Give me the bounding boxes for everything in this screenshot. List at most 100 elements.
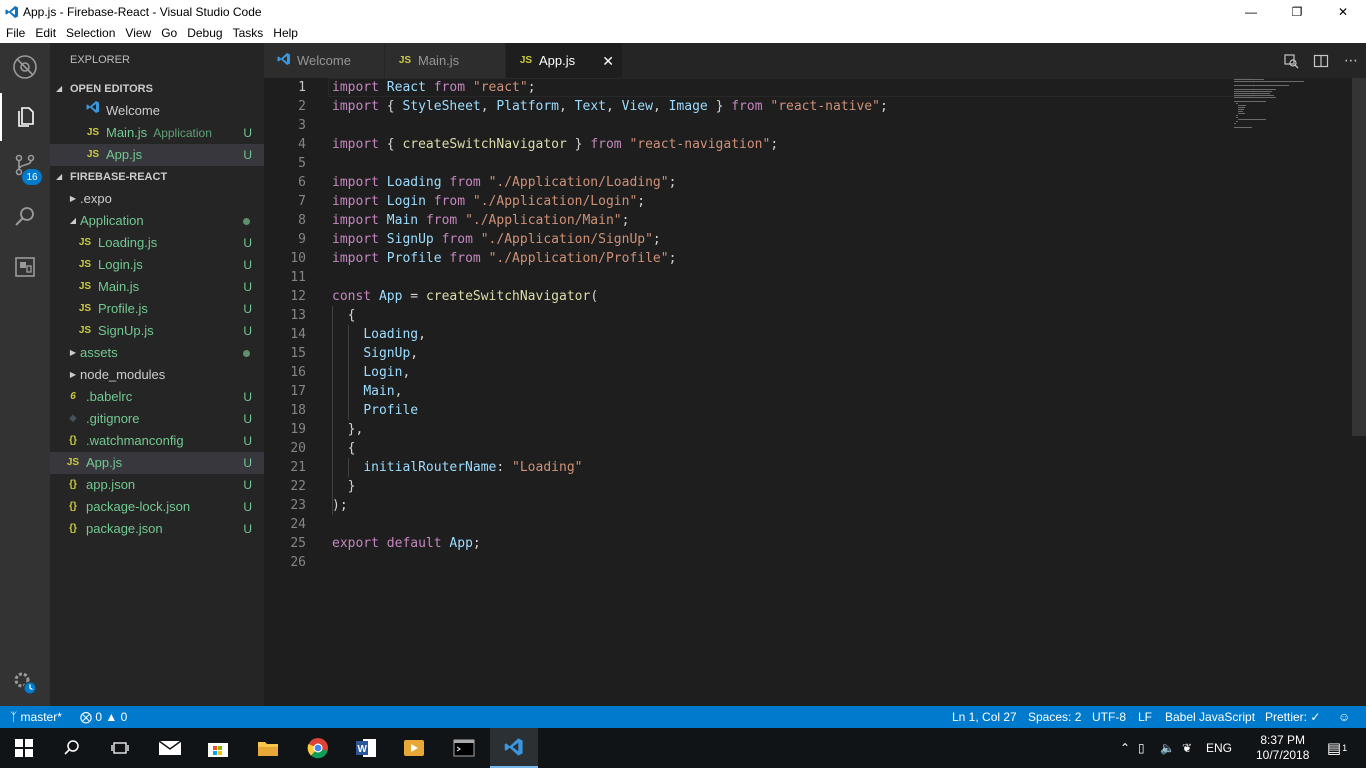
split-editor-icon[interactable]	[1306, 43, 1336, 78]
problems-indicator[interactable]: ⨂ 0 ▲ 0	[80, 706, 127, 728]
battery-icon[interactable]: ▯	[1138, 741, 1160, 755]
open-changes-icon[interactable]	[1276, 43, 1306, 78]
tree-item-app-json[interactable]: {} app.json U	[50, 474, 264, 496]
encoding[interactable]: UTF-8	[1092, 706, 1126, 728]
menu-edit[interactable]: Edit	[29, 26, 60, 40]
menu-go[interactable]: Go	[155, 26, 181, 40]
open-editor-main-js[interactable]: JS Main.js Application U	[50, 122, 264, 144]
menu-debug[interactable]: Debug	[181, 26, 226, 40]
action-center-icon[interactable]: ▤ 1	[1322, 728, 1352, 768]
windows-start-icon[interactable]	[0, 728, 48, 768]
open-editor-welcome[interactable]: Welcome	[50, 100, 264, 122]
code-editor[interactable]: 1 import React from "react"; 2 import { Sty…	[264, 78, 1366, 706]
extensions-icon[interactable]	[0, 243, 50, 291]
menu-tasks[interactable]: Tasks	[227, 26, 268, 40]
indentation[interactable]: Spaces: 2	[1028, 706, 1081, 728]
language-mode[interactable]: Babel JavaScript	[1165, 706, 1255, 728]
clock[interactable]: 8:37 PM 10/7/2018	[1256, 728, 1309, 768]
more-actions-icon[interactable]: ⋯	[1336, 43, 1366, 78]
babel-file-icon: 6	[70, 391, 76, 402]
editor-scrollbar[interactable]	[1352, 78, 1366, 436]
git-status: U	[243, 280, 252, 294]
volume-icon[interactable]: 🔈	[1160, 741, 1182, 755]
json-file-icon: {}	[69, 501, 77, 512]
js-file-icon: JS	[78, 237, 92, 248]
js-file-icon: JS	[78, 303, 92, 314]
tree-item-watchmanconfig[interactable]: {} .watchmanconfig U	[50, 430, 264, 452]
store-icon[interactable]	[194, 728, 242, 768]
open-editors-header[interactable]: ◢ OPEN EDITORS	[50, 78, 264, 100]
vscode-taskbar-icon[interactable]	[490, 728, 538, 768]
menu-help[interactable]: Help	[267, 26, 302, 40]
media-player-icon[interactable]	[390, 728, 438, 768]
chevron-down-icon: ◢	[69, 216, 77, 225]
minimize-icon[interactable]: —	[1228, 0, 1274, 23]
explorer-sidebar: EXPLORER ◢ OPEN EDITORS Welcome JS Main.…	[50, 43, 264, 706]
project-header[interactable]: ◢ FIREBASE-REACT	[50, 166, 264, 188]
search-icon[interactable]	[0, 193, 50, 241]
chevron-up-icon[interactable]: ⌃	[1120, 741, 1138, 755]
code-text: Profile	[363, 403, 419, 418]
close-tab-icon[interactable]: ✕	[602, 53, 614, 70]
tab-main-js[interactable]: JS Main.js	[385, 43, 505, 78]
git-status: U	[243, 126, 252, 140]
settings-gear-icon[interactable]	[0, 659, 50, 707]
tree-item-application[interactable]: ◢ Application	[50, 210, 264, 232]
open-editor-label: Welcome	[106, 103, 160, 118]
task-view-icon[interactable]	[96, 728, 144, 768]
line-number: 15	[290, 346, 306, 361]
wifi-icon[interactable]: ❦	[1182, 741, 1206, 755]
line-number: 9	[298, 232, 306, 247]
search-icon[interactable]	[48, 728, 96, 768]
tree-item-profile-js[interactable]: JS Profile.js U	[50, 298, 264, 320]
line-ending[interactable]: LF	[1138, 706, 1152, 728]
tree-item-login-js[interactable]: JS Login.js U	[50, 254, 264, 276]
explorer-icon[interactable]	[0, 93, 50, 141]
open-editor-app-js[interactable]: JS App.js U	[50, 144, 264, 166]
close-icon[interactable]: ✕	[1320, 0, 1366, 23]
js-file-icon: JS	[86, 149, 100, 160]
tree-item-babelrc[interactable]: 6 .babelrc U	[50, 386, 264, 408]
tree-item-main-js[interactable]: JS Main.js U	[50, 276, 264, 298]
git-status: U	[243, 456, 252, 470]
cursor-position[interactable]: Ln 1, Col 27	[952, 706, 1017, 728]
minimap[interactable]	[1234, 78, 1354, 138]
no-bugs-icon[interactable]	[0, 43, 50, 91]
maximize-icon[interactable]: ❐	[1274, 0, 1320, 23]
tree-item-app-js[interactable]: JS App.js U	[50, 452, 264, 474]
tree-item-loading-js[interactable]: JS Loading.js U	[50, 232, 264, 254]
line-number: 10	[290, 251, 306, 266]
file-explorer-icon[interactable]	[244, 728, 292, 768]
vscode-file-icon	[84, 100, 102, 123]
git-branch[interactable]: ᛉ master*	[10, 706, 62, 728]
prettier-status[interactable]: Prettier: ✓	[1265, 706, 1320, 728]
tab-welcome[interactable]: Welcome	[264, 43, 384, 78]
tree-item-package-json[interactable]: {} package.json U	[50, 518, 264, 540]
json-file-icon: {}	[69, 523, 77, 534]
tree-item-expo[interactable]: ▶ .expo	[50, 188, 264, 210]
tree-item-node-modules[interactable]: ▶ node_modules	[50, 364, 264, 386]
tree-item-package-lock-json[interactable]: {} package-lock.json U	[50, 496, 264, 518]
tree-item-signup-js[interactable]: JS SignUp.js U	[50, 320, 264, 342]
input-language[interactable]: ENG	[1206, 741, 1238, 755]
chrome-icon[interactable]	[294, 728, 342, 768]
word-icon[interactable]: W	[342, 728, 390, 768]
tree-item-gitignore[interactable]: ◆ .gitignore U	[50, 408, 264, 430]
mail-icon[interactable]	[146, 728, 194, 768]
line-number: 1	[298, 80, 306, 95]
menu-view[interactable]: View	[119, 26, 155, 40]
git-file-icon: ◆	[69, 413, 77, 424]
feedback-smiley-icon[interactable]: ☺	[1338, 706, 1350, 728]
code-text: Login,	[363, 365, 411, 380]
terminal-icon[interactable]	[440, 728, 488, 768]
code-text: SignUp,	[363, 346, 419, 361]
tree-item-assets[interactable]: ▶ assets	[50, 342, 264, 364]
code-text: import Profile from "./Application/Profi…	[332, 251, 677, 266]
code-text: import React from "react";	[332, 80, 536, 95]
menu-file[interactable]: File	[0, 26, 29, 40]
code-text: Main,	[363, 384, 403, 399]
js-file-icon: JS	[78, 281, 92, 292]
menu-selection[interactable]: Selection	[60, 26, 119, 40]
tab-app-js[interactable]: JS App.js ✕	[506, 43, 622, 78]
chevron-right-icon: ▶	[69, 370, 77, 379]
